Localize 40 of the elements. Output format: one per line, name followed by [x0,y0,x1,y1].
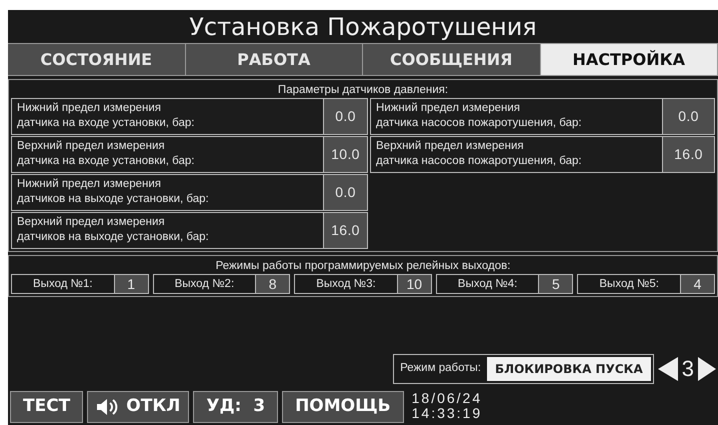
value-field[interactable]: 0.0 [662,99,714,134]
parameter-label: Верхний предел измерения датчика на входе установки, бар: [16,139,196,169]
tab[interactable]: СООБЩЕНИЯ [363,44,540,75]
parameter-label: Нижний предел измерения датчика насосов пожаротушения, бар: [375,101,583,131]
sound-button[interactable]: ОТКЛ [87,391,190,423]
toolbar-button[interactable]: УД: 3 [193,391,278,423]
mode-value: БЛОКИРОВКА ПУСКА [486,356,651,380]
parameter-label: Нижний предел измерения датчиков на выходе установки, бар: [16,177,210,207]
output-label: Выход №1: [32,277,94,292]
output-label: Выход №4: [456,277,518,292]
value-field[interactable]: 4 [680,275,714,293]
output-label: Выход №5: [598,277,660,292]
date-text: 18/06/24 [412,391,482,406]
output-label: Выход №3: [315,277,377,292]
value-field[interactable]: 16.0 [323,213,367,248]
value-field[interactable]: 16.0 [662,137,714,172]
output-label: Выход №2: [174,277,236,292]
value-field[interactable]: 0.0 [323,99,367,134]
parameter-label: Нижний предел измерения датчика на входе установки, бар: [16,101,196,131]
previous-icon[interactable] [658,356,678,380]
value-field[interactable]: 5 [538,275,572,293]
mode-label: Режим работы: [399,360,482,376]
value-field[interactable]: 10 [396,275,431,293]
value-field[interactable]: 0.0 [323,175,367,210]
time-text: 14:33:19 [412,406,482,421]
tab[interactable]: РАБОТА [186,44,363,75]
parameter-label: Верхний предел измерения датчика насосов пожаротушения, бар: [375,139,583,169]
value-field[interactable]: 1 [114,275,148,293]
tab[interactable]: НАСТРОЙКА [540,44,718,75]
value-field[interactable]: 10.0 [323,137,367,172]
toolbar-button[interactable]: ТЕСТ [10,391,84,423]
window-title: Установка Пожаротушения [188,12,538,42]
section-title: Режимы работы программируемых релейных выходов: [214,259,512,274]
parameter-label: Верхний предел измерения датчиков на выходе установки, бар: [16,215,210,245]
mode-number: 3 [682,355,694,383]
toolbar-button[interactable]: ПОМОЩЬ [282,391,404,423]
tab[interactable]: СОСТОЯНИЕ [8,44,186,75]
value-field[interactable]: 8 [255,275,290,293]
next-icon[interactable] [698,356,716,380]
section-title: Параметры датчиков давления: [276,83,450,98]
